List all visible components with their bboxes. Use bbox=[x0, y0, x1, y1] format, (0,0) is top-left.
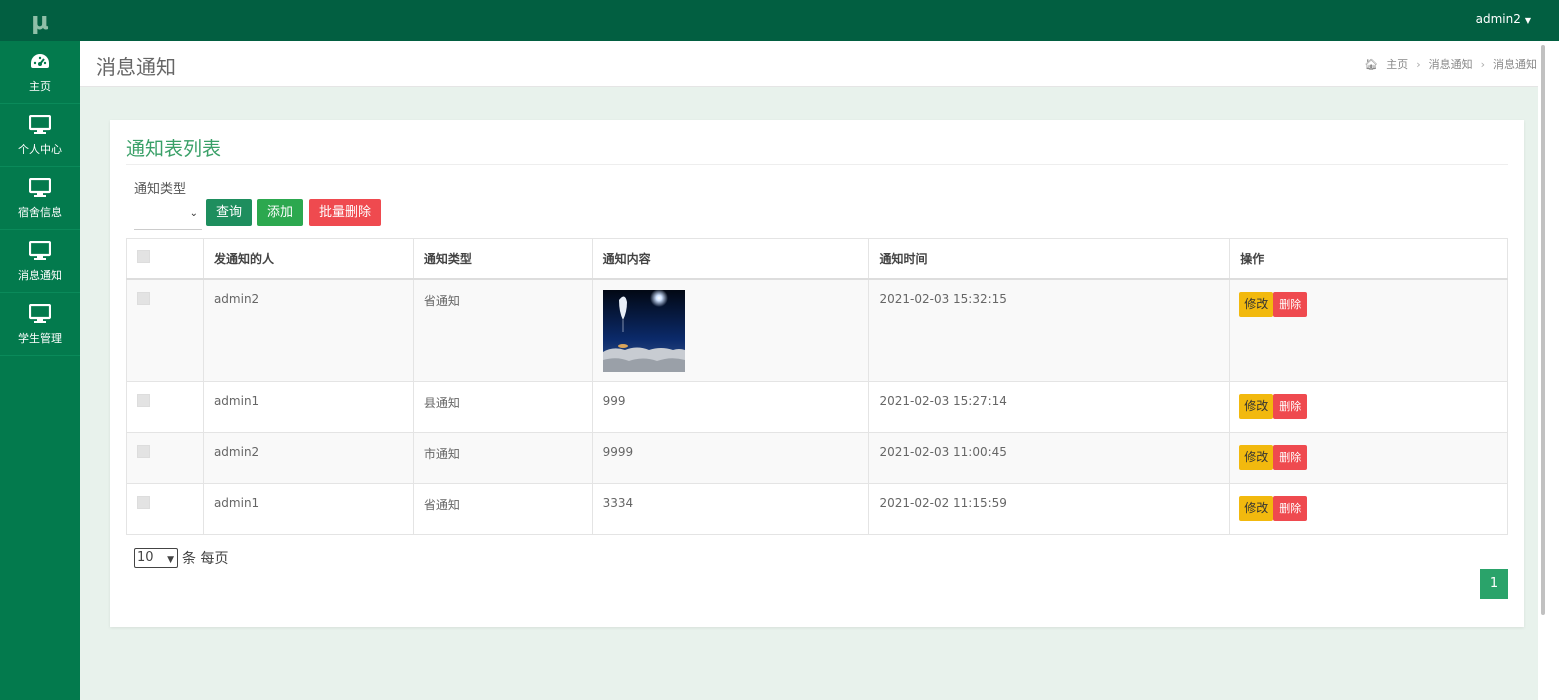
page-header: 消息通知 🏠︎ 主页 › 消息通知 › 消息通知 bbox=[80, 41, 1559, 87]
row-checkbox[interactable] bbox=[137, 445, 150, 458]
filter-label: 通知类型 bbox=[134, 182, 187, 197]
table-row: admin2 市通知 9999 2021-02-03 11:00:45 修改 删除 bbox=[126, 432, 1508, 484]
delete-button[interactable]: 删除 bbox=[1273, 291, 1308, 317]
card-title: 通知表列表 bbox=[126, 138, 222, 160]
sidebar-item-home[interactable]: 主页 bbox=[0, 41, 80, 104]
column-header: 通知类型 bbox=[412, 238, 593, 279]
select-all-checkbox[interactable] bbox=[137, 250, 150, 264]
page-size-suffix: 条 每页 bbox=[182, 551, 229, 567]
table-cell: admin2 bbox=[202, 432, 414, 484]
column-header: 发通知的人 bbox=[202, 238, 414, 279]
page-size-value: 10 bbox=[137, 550, 154, 565]
chevron-down-icon: ▼ bbox=[167, 555, 174, 565]
pagination-page[interactable]: 1 bbox=[1480, 569, 1508, 599]
sidebar-item-profile[interactable]: 个人中心 bbox=[0, 104, 80, 167]
monitor-icon bbox=[29, 302, 51, 326]
actions-cell: 修改 删除 bbox=[1229, 483, 1508, 535]
batch-delete-button[interactable]: 批量删除 bbox=[309, 199, 382, 226]
notice-table: 发通知的人 通知类型 通知内容 通知时间 操作 admin2 省通知 2021-… bbox=[126, 238, 1508, 535]
table-row: admin2 省通知 2021-02-03 15:32:15 修改 删除 bbox=[126, 278, 1508, 382]
breadcrumb: 🏠︎ 主页 › 消息通知 › 消息通知 bbox=[1364, 56, 1537, 72]
delete-button[interactable]: 删除 bbox=[1273, 496, 1308, 521]
table-cell: admin1 bbox=[202, 483, 414, 535]
top-navbar: admin2 ▼ bbox=[80, 0, 1559, 41]
main-content: 通知表列表 通知类型 ⌄ 查询 添加 批量删除 发通知的人 通知类型 通知内容 … bbox=[80, 87, 1538, 700]
row-checkbox[interactable] bbox=[137, 394, 150, 407]
table-cell: admin2 bbox=[202, 278, 414, 382]
edit-button[interactable]: 修改 bbox=[1239, 445, 1274, 470]
table-cell: 2021-02-02 11:15:59 bbox=[868, 483, 1231, 535]
column-header: 通知时间 bbox=[868, 238, 1231, 279]
table-cell bbox=[126, 381, 204, 433]
edit-button[interactable]: 修改 bbox=[1239, 394, 1274, 419]
table-cell: 2021-02-03 11:00:45 bbox=[868, 432, 1231, 484]
table-cell bbox=[126, 278, 204, 382]
actions-cell: 修改 删除 bbox=[1229, 381, 1508, 433]
column-header: 通知内容 bbox=[591, 238, 870, 279]
sidebar-item-label: 主页 bbox=[29, 80, 51, 93]
table-cell: 2021-02-03 15:32:15 bbox=[868, 278, 1231, 382]
table-cell: 999 bbox=[591, 381, 870, 433]
dashboard-icon bbox=[30, 50, 50, 74]
breadcrumb-separator: › bbox=[1480, 57, 1485, 71]
breadcrumb-item[interactable]: 消息通知 bbox=[1429, 56, 1473, 72]
actions-cell: 修改 删除 bbox=[1229, 432, 1508, 484]
user-name: admin2 bbox=[1475, 12, 1521, 26]
edit-button[interactable]: 修改 bbox=[1239, 291, 1274, 317]
scrollbar-thumb[interactable] bbox=[1541, 45, 1545, 615]
table-cell: 9999 bbox=[591, 432, 870, 484]
divider bbox=[126, 164, 1508, 165]
breadcrumb-separator: › bbox=[1416, 57, 1421, 71]
caret-down-icon: ▼ bbox=[1524, 16, 1531, 25]
breadcrumb-item: 消息通知 bbox=[1493, 58, 1537, 71]
scrollbar[interactable] bbox=[1538, 41, 1559, 700]
table-cell: 省通知 bbox=[412, 483, 593, 535]
page-title: 消息通知 bbox=[96, 55, 176, 79]
sidebar-item-dorm[interactable]: 宿舍信息 bbox=[0, 167, 80, 230]
select-all-cell bbox=[126, 238, 204, 279]
table-row: admin1 县通知 999 2021-02-03 15:27:14 修改 删除 bbox=[126, 381, 1508, 433]
table-cell: 2021-02-03 15:27:14 bbox=[868, 381, 1231, 433]
table-cell bbox=[591, 278, 870, 382]
row-checkbox[interactable] bbox=[137, 291, 150, 305]
sidebar-item-notify[interactable]: 消息通知 bbox=[0, 230, 80, 293]
content-image[interactable] bbox=[602, 289, 685, 372]
sidebar-item-label: 消息通知 bbox=[18, 269, 62, 282]
user-menu[interactable]: admin2 ▼ bbox=[1476, 0, 1531, 41]
sidebar: μ 主页 个人中心 宿舍信息 消息通知 学生管理 bbox=[0, 0, 80, 700]
table-cell: 省通知 bbox=[412, 278, 593, 382]
notice-type-select[interactable]: ⌄ bbox=[134, 200, 202, 230]
sidebar-item-label: 个人中心 bbox=[18, 143, 62, 156]
chevron-down-icon: ⌄ bbox=[189, 208, 198, 219]
delete-button[interactable]: 删除 bbox=[1273, 394, 1308, 419]
table-cell: 3334 bbox=[591, 483, 870, 535]
monitor-icon bbox=[29, 239, 51, 263]
delete-button[interactable]: 删除 bbox=[1273, 445, 1308, 470]
actions-cell: 修改 删除 bbox=[1229, 278, 1508, 382]
app-logo: μ bbox=[0, 0, 80, 41]
row-checkbox[interactable] bbox=[137, 496, 150, 509]
column-header: 操作 bbox=[1229, 238, 1508, 279]
table-row: admin1 省通知 3334 2021-02-02 11:15:59 修改 删除 bbox=[126, 483, 1508, 535]
page-size-select[interactable]: 10 ▼ bbox=[134, 548, 178, 568]
home-icon: 🏠︎ bbox=[1364, 57, 1379, 71]
table-cell: 市通知 bbox=[412, 432, 593, 484]
sidebar-item-label: 学生管理 bbox=[18, 332, 62, 345]
sidebar-item-label: 宿舍信息 bbox=[18, 206, 62, 219]
table-header-row: 发通知的人 通知类型 通知内容 通知时间 操作 bbox=[126, 238, 1508, 279]
table-cell: admin1 bbox=[202, 381, 414, 433]
table-cell bbox=[126, 432, 204, 484]
page-size-control: 10 ▼ 条 每页 bbox=[134, 548, 228, 568]
sidebar-item-students[interactable]: 学生管理 bbox=[0, 293, 80, 356]
breadcrumb-item[interactable]: 主页 bbox=[1386, 56, 1408, 72]
monitor-icon bbox=[29, 176, 51, 200]
list-card: 通知表列表 通知类型 ⌄ 查询 添加 批量删除 发通知的人 通知类型 通知内容 … bbox=[110, 120, 1524, 627]
add-button[interactable]: 添加 bbox=[257, 199, 304, 226]
monitor-icon bbox=[29, 113, 51, 137]
edit-button[interactable]: 修改 bbox=[1239, 496, 1274, 521]
table-cell: 县通知 bbox=[412, 381, 593, 433]
query-button[interactable]: 查询 bbox=[206, 199, 253, 226]
table-cell bbox=[126, 483, 204, 535]
